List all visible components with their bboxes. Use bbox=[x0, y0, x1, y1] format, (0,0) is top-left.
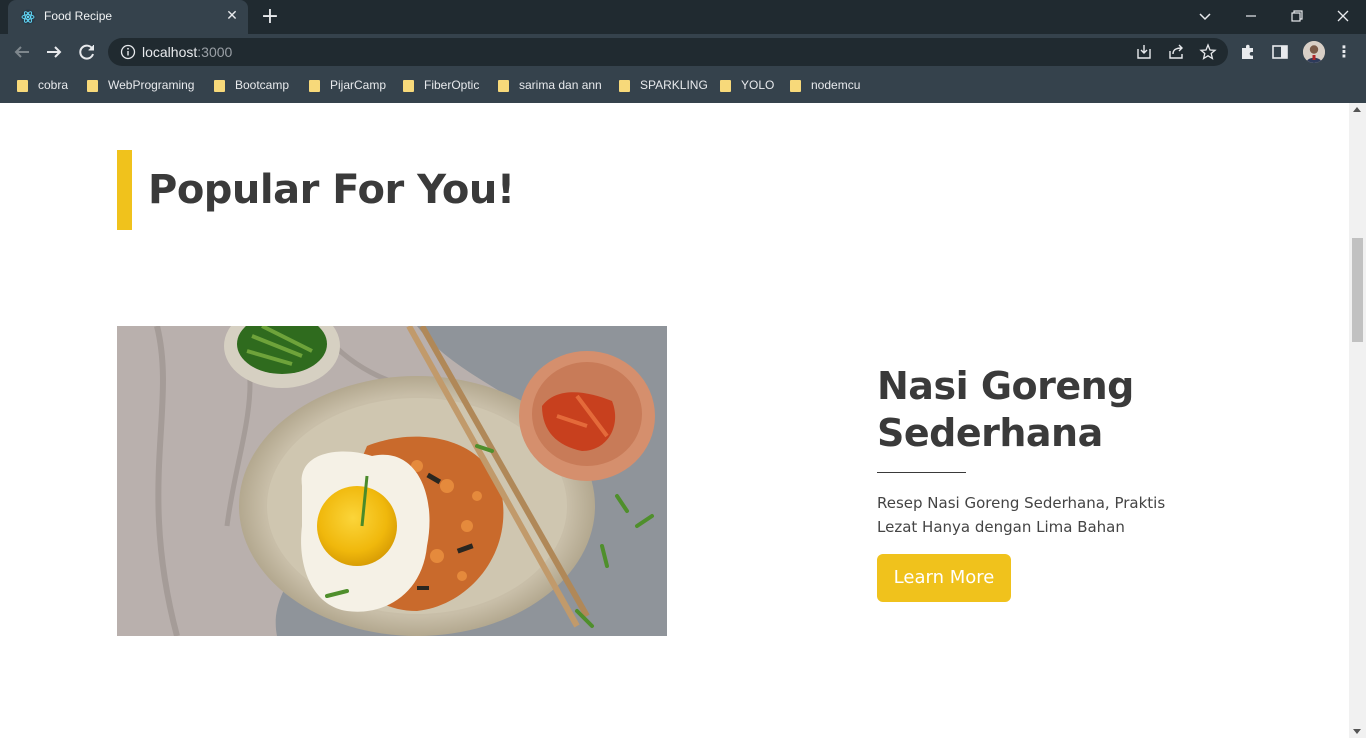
browser-chrome: Food Recipe ✕ + localhost:3000 ⋮ cobra W… bbox=[0, 0, 1366, 103]
bookmark-webprograming[interactable]: WebPrograming bbox=[86, 76, 194, 94]
plus-icon[interactable]: + bbox=[260, 6, 280, 28]
bookmark-sarima-dan-ann[interactable]: sarima dan ann bbox=[497, 76, 602, 94]
page-viewport: Popular For You! Nasi Goreng Sederhana R… bbox=[0, 103, 1349, 738]
scroll-down-arrow-icon[interactable] bbox=[1353, 729, 1361, 734]
folder-icon bbox=[789, 78, 803, 92]
scroll-thumb[interactable] bbox=[1352, 238, 1363, 342]
folder-icon bbox=[308, 78, 322, 92]
section-title: Popular For You! bbox=[148, 167, 515, 213]
chevron-down-icon[interactable] bbox=[1193, 4, 1217, 28]
bookmark-label: PijarCamp bbox=[330, 78, 387, 92]
back-arrow-icon[interactable] bbox=[11, 41, 33, 63]
folder-icon bbox=[16, 78, 30, 92]
folder-icon bbox=[402, 78, 416, 92]
info-icon[interactable] bbox=[120, 44, 136, 60]
section-accent-bar bbox=[117, 150, 132, 230]
bookmark-label: FiberOptic bbox=[424, 78, 480, 92]
bookmark-label: nodemcu bbox=[811, 78, 861, 92]
folder-icon bbox=[213, 78, 227, 92]
bookmark-label: sarima dan ann bbox=[519, 78, 602, 92]
bookmarks-bar: cobra WebPrograming Bootcamp PijarCamp F… bbox=[0, 72, 1366, 96]
restore-icon[interactable] bbox=[1285, 4, 1309, 28]
recipe-image[interactable] bbox=[117, 326, 667, 636]
close-icon[interactable]: ✕ bbox=[224, 8, 240, 24]
learn-more-button[interactable]: Learn More bbox=[877, 554, 1011, 602]
minimize-icon[interactable] bbox=[1239, 4, 1263, 28]
bookmark-label: YOLO bbox=[741, 78, 775, 92]
bookmark-label: WebPrograming bbox=[108, 78, 195, 92]
url-port: :3000 bbox=[197, 44, 233, 60]
reload-icon[interactable] bbox=[76, 41, 98, 63]
folder-icon bbox=[719, 78, 733, 92]
install-icon[interactable] bbox=[1135, 43, 1153, 61]
bookmark-pijarcamp[interactable]: PijarCamp bbox=[308, 76, 386, 94]
url-host: localhost bbox=[142, 44, 198, 60]
title-divider bbox=[877, 472, 966, 473]
bookmark-cobra[interactable]: cobra bbox=[16, 76, 68, 94]
scroll-up-arrow-icon[interactable] bbox=[1353, 107, 1361, 112]
tab-strip: Food Recipe ✕ + bbox=[0, 0, 1366, 34]
kebab-menu-icon[interactable]: ⋮ bbox=[1335, 42, 1353, 62]
puzzle-icon[interactable] bbox=[1239, 43, 1257, 61]
tab-food-recipe[interactable]: Food Recipe ✕ bbox=[8, 0, 248, 34]
recipe-title: Nasi Goreng Sederhana bbox=[877, 364, 1134, 455]
address-bar[interactable]: localhost:3000 bbox=[108, 38, 1228, 66]
folder-icon bbox=[497, 78, 511, 92]
recipe-description: Resep Nasi Goreng Sederhana, Praktis Lez… bbox=[877, 494, 1166, 536]
share-icon[interactable] bbox=[1167, 43, 1185, 61]
bookmark-nodemcu[interactable]: nodemcu bbox=[789, 76, 860, 94]
tab-title: Food Recipe bbox=[44, 9, 113, 23]
folder-icon bbox=[618, 78, 632, 92]
bookmark-bootcamp[interactable]: Bootcamp bbox=[213, 76, 289, 94]
bookmark-label: cobra bbox=[38, 78, 69, 92]
avatar[interactable] bbox=[1303, 41, 1325, 63]
side-panel-icon[interactable] bbox=[1271, 43, 1289, 61]
react-icon bbox=[20, 9, 36, 25]
folder-icon bbox=[86, 78, 100, 92]
bookmark-label: SPARKLING bbox=[640, 78, 708, 92]
fried-rice-photo bbox=[117, 326, 667, 636]
avatar-image bbox=[1303, 41, 1325, 63]
bookmark-yolo[interactable]: YOLO bbox=[719, 76, 774, 94]
bookmark-sparkling[interactable]: SPARKLING bbox=[618, 76, 708, 94]
scrollbar[interactable] bbox=[1349, 103, 1366, 738]
bookmark-fiberoptic[interactable]: FiberOptic bbox=[402, 76, 479, 94]
url-text[interactable]: localhost:3000 bbox=[142, 44, 232, 60]
forward-arrow-icon[interactable] bbox=[43, 41, 65, 63]
bookmark-label: Bootcamp bbox=[235, 78, 290, 92]
star-icon[interactable] bbox=[1199, 43, 1217, 61]
window-close-icon[interactable] bbox=[1331, 4, 1355, 28]
